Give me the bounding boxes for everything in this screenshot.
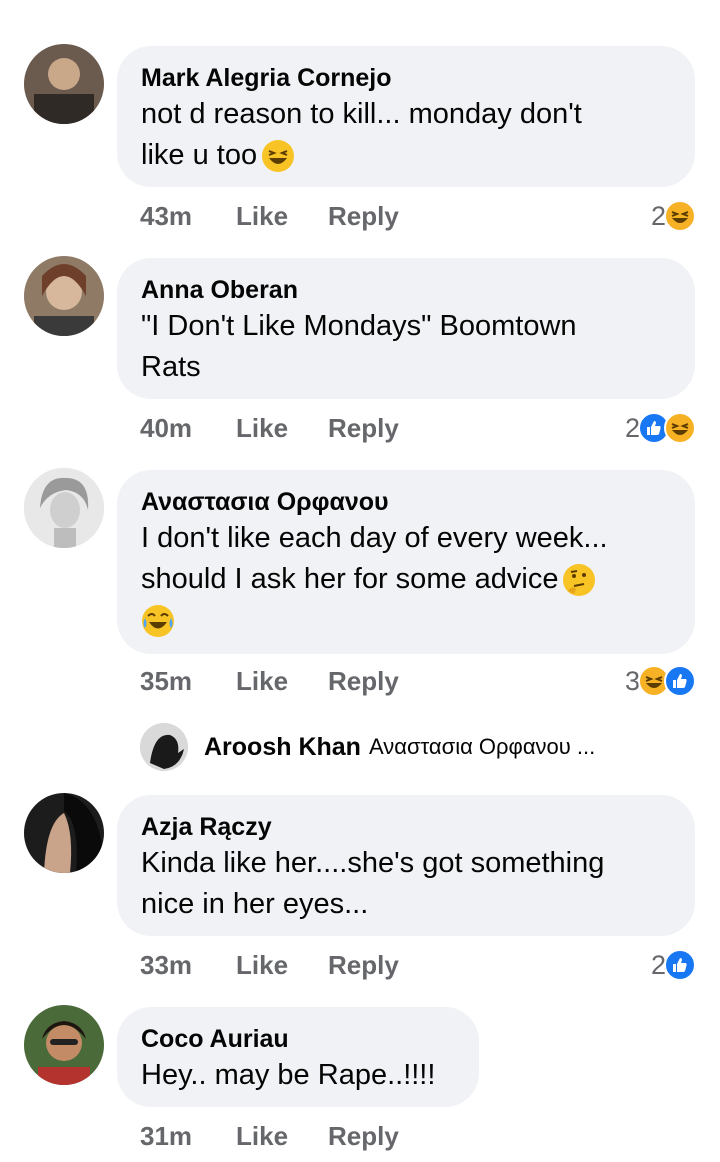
like-button[interactable]: Like: [236, 1121, 328, 1152]
reply-button[interactable]: Reply: [328, 1121, 399, 1152]
comment-text-line: Rats: [141, 351, 201, 383]
comment-time[interactable]: 31m: [140, 1121, 236, 1152]
comment-time[interactable]: 40m: [140, 413, 236, 444]
comment-meta: 33m Like Reply: [140, 945, 399, 985]
avatar[interactable]: [24, 1005, 104, 1085]
comment-author[interactable]: Αναστασια Ορφανου: [141, 486, 671, 518]
grinning-squinting-emoji-icon: [262, 140, 295, 173]
comment-text-line: like u too: [141, 139, 258, 171]
avatar[interactable]: [140, 723, 188, 771]
comment-meta: 40m Like Reply: [140, 408, 399, 448]
like-icon: [664, 949, 696, 981]
comment-author[interactable]: Coco Auriau: [141, 1023, 455, 1055]
comment-text-line: I don't like each day of every week...: [141, 522, 608, 554]
comment-text-line: "I Don't Like Mondays" Boomtown: [141, 310, 577, 342]
like-icon: [664, 665, 696, 697]
comment-text-line: Kinda like her....she's got something: [141, 847, 605, 879]
like-button[interactable]: Like: [236, 950, 328, 981]
reaction-summary[interactable]: 2: [651, 196, 696, 236]
comment-meta: 35m Like Reply: [140, 661, 399, 701]
like-button[interactable]: Like: [236, 413, 328, 444]
comment-author[interactable]: Anna Oberan: [141, 274, 671, 306]
reaction-summary[interactable]: 2: [651, 945, 696, 985]
comment-bubble: Anna Oberan "I Don't Like Mondays" Boomt…: [117, 258, 695, 399]
comment-author[interactable]: Mark Alegria Cornejo: [141, 62, 671, 94]
reaction-summary[interactable]: 2: [625, 408, 696, 448]
comment-text-line: should I ask her for some advice: [141, 563, 559, 595]
haha-icon: [664, 412, 696, 444]
reply-snippet[interactable]: Αναστασια Ορφανου ...: [369, 734, 595, 760]
comment-bubble: Coco Auriau Hey.. may be Rape..!!!!: [117, 1007, 479, 1107]
comment-bubble: Αναστασια Ορφανου I don't like each day …: [117, 470, 695, 654]
reply-preview[interactable]: Aroosh Khan Αναστασια Ορφανου ...: [140, 722, 595, 772]
comment-author[interactable]: Azja Rączy: [141, 811, 671, 843]
thinking-face-emoji-icon: [563, 564, 596, 597]
comment-text-line: Hey.. may be Rape..!!!!: [141, 1059, 436, 1091]
avatar[interactable]: [24, 468, 104, 548]
reply-button[interactable]: Reply: [328, 666, 399, 697]
comment-time[interactable]: 33m: [140, 950, 236, 981]
avatar[interactable]: [24, 793, 104, 873]
comment-text-line: not d reason to kill... monday don't: [141, 98, 582, 130]
comment-bubble: Azja Rączy Kinda like her....she's got s…: [117, 795, 695, 936]
like-button[interactable]: Like: [236, 201, 328, 232]
comment-bubble: Mark Alegria Cornejo not d reason to kil…: [117, 46, 695, 187]
comment-text-line: nice in her eyes...: [141, 888, 369, 920]
avatar[interactable]: [24, 44, 104, 124]
comment-meta: 31m Like Reply: [140, 1116, 399, 1156]
reply-button[interactable]: Reply: [328, 413, 399, 444]
reaction-summary[interactable]: 3: [625, 661, 696, 701]
reply-button[interactable]: Reply: [328, 201, 399, 232]
comment-time[interactable]: 43m: [140, 201, 236, 232]
avatar[interactable]: [24, 256, 104, 336]
reply-author[interactable]: Aroosh Khan: [204, 733, 361, 762]
comment-meta: 43m Like Reply: [140, 196, 399, 236]
haha-icon: [664, 200, 696, 232]
reply-button[interactable]: Reply: [328, 950, 399, 981]
tears-of-joy-emoji-icon: [142, 605, 174, 638]
comment-time[interactable]: 35m: [140, 666, 236, 697]
like-button[interactable]: Like: [236, 666, 328, 697]
